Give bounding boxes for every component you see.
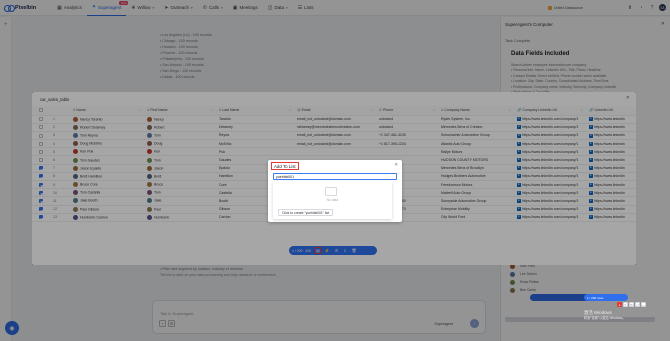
pointer-icon[interactable]: ↖ bbox=[623, 302, 628, 307]
create-list-button[interactable]: Click to create "yuehlist001" list bbox=[278, 209, 334, 216]
expand-icon[interactable]: ⤢ bbox=[635, 302, 640, 307]
panel-action-bar: 1 / 200 rows bbox=[584, 294, 628, 301]
empty-state-text: No data bbox=[326, 198, 339, 202]
more-icon[interactable]: ⋯ bbox=[641, 302, 646, 307]
record-icon[interactable]: ● bbox=[617, 302, 622, 307]
dialog-title: Add To List bbox=[271, 162, 299, 170]
watermark-subtitle: 转到"设置"以激活 Windows。 bbox=[584, 315, 626, 320]
empty-box-icon bbox=[325, 187, 337, 196]
panel-bar-label: 1 / 200 rows bbox=[587, 295, 604, 300]
list-name-input[interactable]: yuehlist001 bbox=[273, 173, 397, 180]
list-dropdown: No data Click to create "yuehlist001" li… bbox=[273, 181, 392, 219]
refresh-icon[interactable]: ↻ bbox=[629, 302, 634, 307]
close-icon[interactable]: ✕ bbox=[394, 162, 398, 168]
windows-activation-watermark: 激活 Windows 转到"设置"以激活 Windows。 bbox=[584, 310, 626, 321]
panel-toolbar: ● ↖ ↻ ⤢ ⋯ bbox=[617, 302, 646, 307]
